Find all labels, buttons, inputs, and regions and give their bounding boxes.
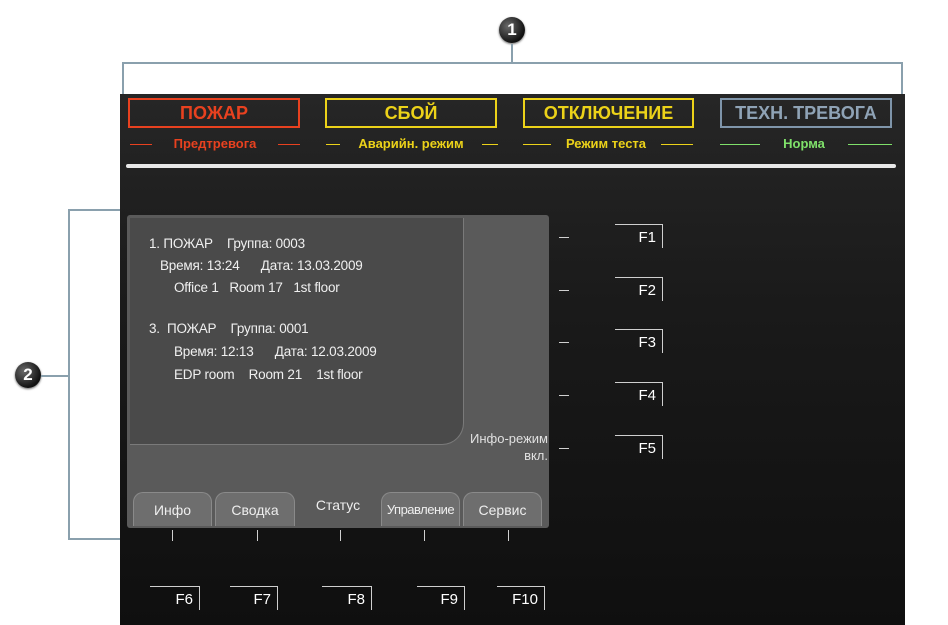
status-tech-alarm[interactable]: ТЕХН. ТРЕВОГА [720, 98, 892, 128]
tab-service[interactable]: Сервис [463, 492, 542, 526]
function-key-f1[interactable]: F1 [615, 224, 663, 248]
callout-1: 1 [499, 17, 525, 43]
tab-control[interactable]: Управление [381, 492, 460, 526]
pre-alarm-label: Предтревога [173, 136, 257, 151]
side-tick-1 [559, 237, 569, 238]
callout-2-stem [41, 375, 68, 377]
callout-2: 2 [15, 362, 41, 388]
function-key-f2[interactable]: F2 [615, 277, 663, 301]
test-line-left [523, 144, 551, 145]
function-key-f8[interactable]: F8 [322, 586, 372, 610]
message-1-location: Office 1 Room 17 1st floor [174, 280, 340, 295]
function-key-f9[interactable]: F9 [417, 586, 465, 610]
pre-alarm-line-right [278, 144, 300, 145]
normal-label: Норма [783, 136, 825, 151]
test-line-right [661, 144, 693, 145]
message-2-time: Время: 12:13 Дата: 12.03.2009 [174, 344, 377, 359]
function-key-f5[interactable]: F5 [615, 435, 663, 459]
normal-line-left [720, 144, 760, 145]
side-tick-2 [559, 290, 569, 291]
emergency-line-left [326, 144, 340, 145]
bottom-tick-5 [508, 530, 509, 541]
info-mode-line2: вкл. [524, 448, 548, 463]
normal-line-right [848, 144, 892, 145]
emergency-mode-label: Аварийн. режим [358, 136, 464, 151]
pre-alarm-line-left [130, 144, 152, 145]
tab-summary[interactable]: Сводка [215, 492, 295, 526]
bottom-tick-2 [257, 530, 258, 541]
message-1-title[interactable]: 1. ПОЖАР Группа: 0003 [149, 236, 305, 251]
callout-1-stem [511, 44, 513, 62]
info-mode-line1: Инфо-режим [470, 431, 548, 446]
info-mode-label: Инфо-режим вкл. [455, 430, 548, 464]
bottom-tick-4 [424, 530, 425, 541]
function-key-f3[interactable]: F3 [615, 329, 663, 353]
tab-status[interactable]: Статус [298, 492, 378, 526]
bottom-tick-3 [340, 530, 341, 541]
emergency-line-right [482, 144, 498, 145]
function-key-f6[interactable]: F6 [150, 586, 200, 610]
message-2-location: EDP room Room 21 1st floor [174, 367, 363, 382]
side-tick-3 [559, 342, 569, 343]
test-mode-label: Режим теста [565, 136, 647, 151]
bottom-tick-1 [172, 530, 173, 541]
status-disablement[interactable]: ОТКЛЮЧЕНИЕ [523, 98, 694, 128]
side-tick-4 [559, 395, 569, 396]
status-fault[interactable]: СБОЙ [325, 98, 497, 128]
tab-info[interactable]: Инфо [133, 492, 212, 526]
side-tick-5 [559, 448, 569, 449]
status-fire[interactable]: ПОЖАР [128, 98, 300, 128]
function-key-f7[interactable]: F7 [230, 586, 278, 610]
function-key-f4[interactable]: F4 [615, 382, 663, 406]
separator-line [126, 164, 896, 168]
function-key-f10[interactable]: F10 [497, 586, 545, 610]
message-1-time: Время: 13:24 Дата: 13.03.2009 [160, 258, 363, 273]
message-2-title[interactable]: 3. ПОЖАР Группа: 0001 [149, 321, 309, 336]
